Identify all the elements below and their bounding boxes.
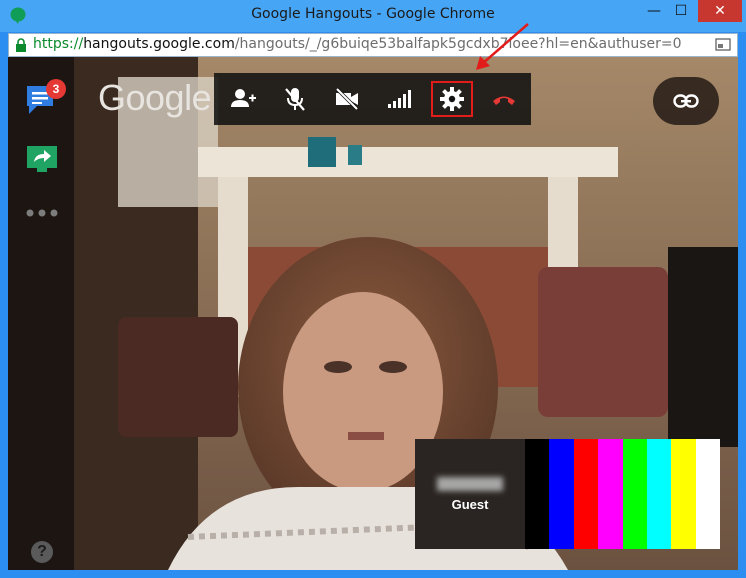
url-scheme: https:// xyxy=(33,36,84,52)
mic-muted-icon xyxy=(285,88,305,111)
color-bar-4 xyxy=(622,439,647,549)
color-bar-6 xyxy=(671,439,696,549)
cast-icon[interactable] xyxy=(715,38,731,52)
bandwidth-button[interactable] xyxy=(373,73,425,125)
color-bar-3 xyxy=(598,439,623,549)
mute-microphone-button[interactable] xyxy=(269,73,321,125)
color-bar-2 xyxy=(573,439,599,549)
url-host: hangouts.google.com xyxy=(83,36,235,52)
maximize-button[interactable]: ☐ xyxy=(668,0,694,22)
color-bar-1 xyxy=(549,439,574,549)
call-toolbar xyxy=(214,73,531,125)
unread-count-badge: 3 xyxy=(46,79,66,99)
participant-thumbnails: Guest xyxy=(415,439,720,549)
settings-highlight-box xyxy=(431,81,473,117)
window-title: Google Hangouts - Google Chrome xyxy=(251,6,495,22)
guest-label: Guest xyxy=(451,497,489,512)
invite-people-button[interactable] xyxy=(217,73,269,125)
turn-off-camera-button[interactable] xyxy=(321,73,373,125)
browser-window: Google Hangouts - Google Chrome — ☐ ✕ ht… xyxy=(0,0,746,578)
url-path: /hangouts/_/g6buiqe53balfapk5gcdxb7loee?… xyxy=(234,36,682,52)
minimize-button[interactable]: — xyxy=(640,0,668,22)
color-bars-thumbnail[interactable] xyxy=(525,439,720,549)
hang-up-icon xyxy=(493,96,515,105)
color-bar-7 xyxy=(695,439,720,549)
guest-thumbnail[interactable]: Guest xyxy=(415,439,525,549)
blurred-guest-name xyxy=(437,477,503,491)
left-sidebar: 3 ? xyxy=(8,57,74,570)
copy-link-button[interactable] xyxy=(653,77,719,125)
address-bar[interactable]: https://hangouts.google.com/hangouts/_/g… xyxy=(8,33,738,57)
title-bar: Google Hangouts - Google Chrome — ☐ ✕ xyxy=(0,0,746,32)
camera-off-icon xyxy=(335,87,359,111)
add-person-icon xyxy=(231,89,256,107)
color-bar-0 xyxy=(525,439,550,549)
annotation-arrow xyxy=(476,23,529,70)
hangout-video-area: 3 ? Google Guest xyxy=(8,57,738,570)
color-bar-5 xyxy=(646,439,672,549)
close-button[interactable]: ✕ xyxy=(698,0,742,22)
lock-icon xyxy=(16,38,26,52)
more-options-icon[interactable] xyxy=(26,209,58,217)
hang-up-button[interactable] xyxy=(478,73,530,125)
url-text[interactable]: https://hangouts.google.com/hangouts/_/g… xyxy=(33,36,693,52)
link-icon xyxy=(673,94,699,108)
signal-bars-icon xyxy=(388,90,411,108)
help-icon[interactable]: ? xyxy=(31,541,53,563)
google-logo: Google xyxy=(98,77,212,118)
screenshare-icon[interactable] xyxy=(25,144,59,174)
